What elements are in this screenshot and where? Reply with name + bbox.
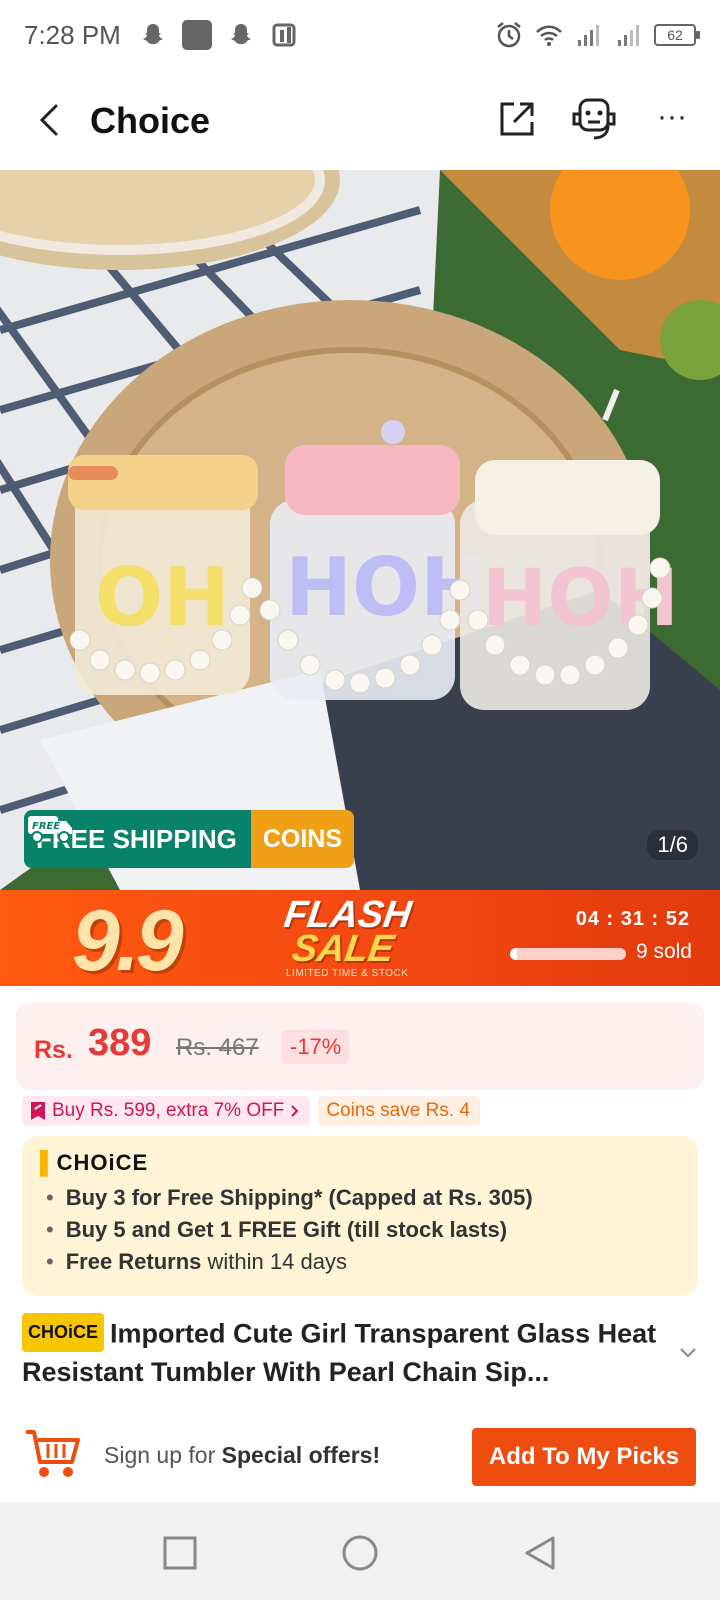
countdown-timer: 04 : 31 : 52	[575, 908, 690, 930]
chevron-down-icon[interactable]	[676, 1340, 700, 1364]
promo-row: Buy Rs. 599, extra 7% OFF Coins save Rs.…	[22, 1096, 480, 1126]
flash-title-line2: SALE	[289, 928, 397, 970]
flash-event-number: 9.9	[72, 893, 184, 986]
product-image[interactable]: OH HOH HOH FREE FREE SHIPPING COINS 1/6	[0, 170, 720, 890]
wifi-icon	[536, 25, 562, 46]
product-title-text: Imported Cute Girl Transparent Glass Hea…	[22, 1318, 657, 1387]
snapchat-icon	[231, 24, 251, 44]
system-navigation-bar	[0, 1502, 720, 1600]
discount-badge: -17%	[282, 1030, 350, 1064]
coupon-icon	[31, 1102, 45, 1120]
alarm-icon	[497, 22, 521, 48]
price-currency: Rs.	[34, 1036, 73, 1064]
sold-count: 9 sold	[635, 940, 692, 963]
status-bar: 7:28 PM 62	[0, 0, 720, 72]
product-title: CHOiCE Imported Cute Girl Transparent Gla…	[22, 1313, 662, 1390]
bundle-deal-text: Buy Rs. 599, extra 7% OFF	[52, 1100, 285, 1121]
price-value: 389	[88, 1022, 152, 1064]
choice-badge: CHOiCE	[22, 1313, 105, 1352]
sold-progress-fill	[510, 948, 517, 960]
price-card: Rs. 389 Rs. 467 -17%	[16, 1002, 704, 1090]
choice-logo-text: CHOiCE	[56, 1150, 149, 1175]
snapchat-icon	[143, 24, 163, 44]
app-header: Choice ···	[0, 72, 720, 170]
system-icons: 62	[494, 20, 700, 50]
flash-sale-banner[interactable]: 9.9 FLASH SALE LIMITED TIME & STOCK 04 :…	[0, 890, 720, 986]
bundle-deal-chip[interactable]: Buy Rs. 599, extra 7% OFF	[22, 1096, 311, 1126]
cart-icon[interactable]	[22, 1426, 82, 1482]
flash-sale-subtitle: LIMITED TIME & STOCK	[286, 968, 409, 979]
customer-service-icon[interactable]	[568, 96, 620, 142]
coins-save-text: Coins save Rs. 4	[326, 1100, 470, 1121]
coins-save-chip[interactable]: Coins save Rs. 4	[318, 1096, 480, 1126]
choice-benefits-box[interactable]: ▌CHOiCE • Buy 3 for Free Shipping* (Cappe…	[22, 1136, 698, 1296]
recents-icon[interactable]	[161, 1534, 199, 1572]
list-item: • Buy 3 for Free Shipping* (Capped at Rs.…	[46, 1185, 533, 1210]
app-notification-icon	[182, 20, 212, 50]
battery-icon: 62	[654, 24, 700, 46]
choice-logo: ▌CHOiCE	[40, 1150, 149, 1175]
sold-progress-bar	[510, 948, 626, 960]
signup-offers-text[interactable]: Sign up for Special offers!	[104, 1442, 380, 1469]
signal-icon	[578, 25, 599, 46]
coins-label: COINS	[250, 810, 355, 868]
signal-icon	[618, 25, 639, 46]
delivery-truck-icon: FREE	[28, 816, 72, 843]
bottom-action-bar: Sign up for Special offers! Add To My Pi…	[0, 1406, 720, 1502]
add-to-my-picks-button[interactable]: Add To My Picks	[472, 1428, 696, 1486]
home-icon[interactable]	[341, 1534, 379, 1572]
original-price: Rs. 467	[176, 1034, 259, 1061]
news-app-icon	[272, 23, 296, 47]
svg-text:FREE: FREE	[32, 821, 60, 832]
status-time: 7:28 PM	[24, 20, 121, 50]
back-icon[interactable]	[30, 100, 70, 140]
free-shipping-label: FREE FREE SHIPPING	[24, 810, 251, 868]
list-item: • Free Returns within 14 days	[46, 1249, 347, 1274]
notification-icons	[138, 20, 300, 50]
flash-sale-title: FLASH SALE	[277, 894, 414, 970]
product-title-block[interactable]: CHOiCE Imported Cute Girl Transparent Gla…	[22, 1313, 662, 1390]
product-photo: OH HOH HOH	[0, 170, 720, 890]
more-options-icon[interactable]: ···	[652, 102, 692, 138]
share-icon[interactable]	[496, 98, 538, 140]
list-item: • Buy 5 and Get 1 FREE Gift (till stock l…	[46, 1217, 508, 1242]
choice-benefits-list: • Buy 3 for Free Shipping* (Capped at Rs.…	[46, 1182, 533, 1278]
chevron-right-icon	[291, 1105, 299, 1117]
image-counter: 1/6	[647, 830, 698, 860]
free-shipping-coins-banner: FREE FREE SHIPPING COINS	[24, 810, 355, 868]
svg-text:OH: OH	[95, 551, 230, 644]
page-title: Choice	[90, 100, 211, 141]
flash-title-line1: FLASH	[281, 894, 414, 936]
back-nav-icon[interactable]	[521, 1534, 559, 1572]
